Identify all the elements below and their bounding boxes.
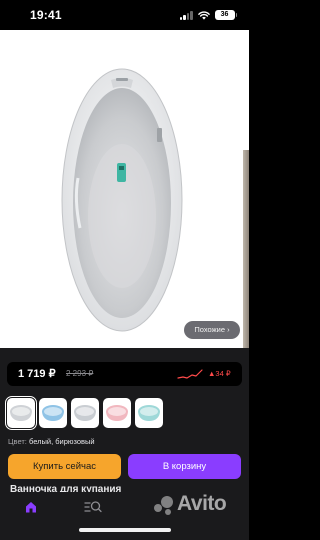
product-photo[interactable] xyxy=(60,66,184,334)
wifi-icon xyxy=(197,10,210,20)
price-change: ▲34 ₽ xyxy=(208,369,231,378)
variant-thumbnail[interactable] xyxy=(135,398,163,428)
watermark-text: Avito xyxy=(177,492,227,515)
status-bar: 19:41 36 xyxy=(0,0,249,30)
variant-thumbnail[interactable] xyxy=(5,396,37,430)
add-to-cart-button[interactable]: В корзину xyxy=(128,454,241,479)
variant-tub-rim xyxy=(44,407,62,416)
color-value: белый, бирюзовый xyxy=(28,437,95,446)
current-price: 1 719 ₽ xyxy=(18,368,56,380)
similar-button[interactable]: Похожие › xyxy=(184,321,240,339)
battery-icon: 36 xyxy=(214,10,237,20)
home-indicator xyxy=(79,528,171,532)
listing-title: Ванночка для купания xyxy=(10,484,122,492)
variant-thumbnail[interactable] xyxy=(39,398,67,428)
variant-tub-rim xyxy=(108,407,126,416)
price-card[interactable]: 1 719 ₽ 2 293 ₽ ▲34 ₽ xyxy=(7,362,242,386)
variant-tub-rim xyxy=(12,407,30,416)
heart-icon[interactable] xyxy=(197,36,217,56)
avito-watermark: Avito xyxy=(153,484,249,524)
background-wall xyxy=(243,150,249,348)
variant-tub-rim xyxy=(140,407,158,416)
color-label: Цвет: xyxy=(8,437,27,446)
old-price: 2 293 ₽ xyxy=(66,369,94,378)
variant-thumbnails xyxy=(5,396,163,430)
price-trend-icon xyxy=(177,369,203,379)
home-icon[interactable] xyxy=(24,500,38,514)
signal-icon xyxy=(179,10,193,20)
variant-thumbnail[interactable] xyxy=(71,398,99,428)
status-icons: 36 xyxy=(179,10,237,20)
buy-now-button[interactable]: Купить сейчас xyxy=(8,454,121,479)
photo-gallery[interactable]: Похожие › xyxy=(0,30,249,348)
chevron-left-icon[interactable] xyxy=(6,36,28,58)
search-icon[interactable] xyxy=(84,499,102,515)
variant-tub-rim xyxy=(76,407,94,416)
variant-thumbnail[interactable] xyxy=(103,398,131,428)
status-time: 19:41 xyxy=(30,8,62,22)
avito-logo-icon xyxy=(154,496,173,515)
battery-level: 36 xyxy=(214,10,235,20)
share-icon[interactable] xyxy=(224,35,244,57)
color-info: Цвет: белый, бирюзовый xyxy=(8,437,95,446)
